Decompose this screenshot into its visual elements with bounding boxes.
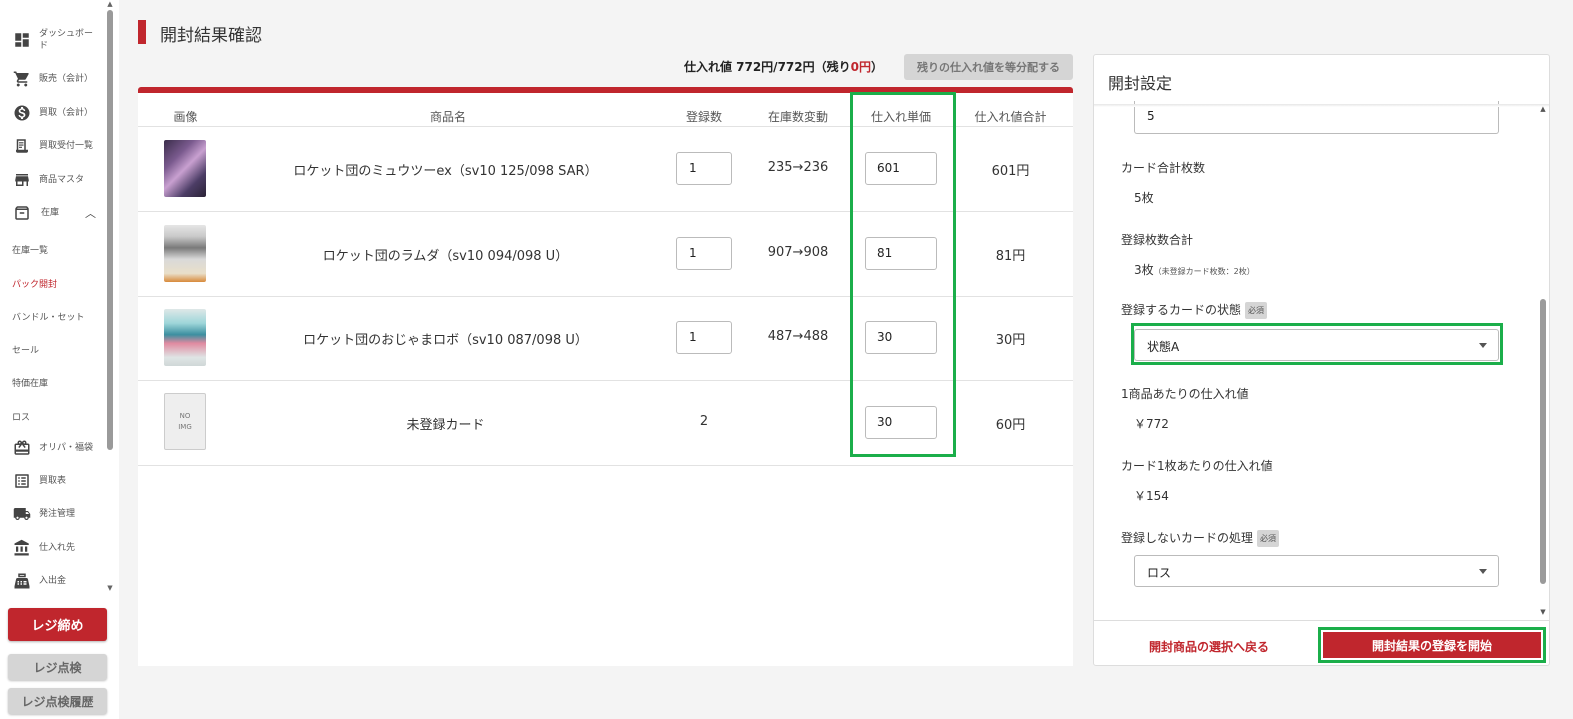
sidebar-item-sales[interactable]: 販売（会計）	[0, 70, 104, 88]
register-check-history-button[interactable]: レジ点検履歴	[8, 688, 107, 714]
sidebar-sub-bundle[interactable]: バンドル・セット	[12, 310, 84, 323]
truck-icon	[11, 505, 33, 523]
start-registration-highlight: 開封結果の登録を開始	[1318, 627, 1546, 663]
sidebar-item-purchase-list[interactable]: 買取受付一覧	[0, 137, 104, 155]
panel-title: 開封設定	[1108, 74, 1173, 93]
scroll-up-icon[interactable]: ▲	[1538, 105, 1548, 113]
bank-icon	[11, 539, 33, 557]
sidebar-nav: ダッシュボード 販売（会計） 買取（会計） 買取受付一覧 商品マスタ 在庫 ︿ …	[0, 0, 119, 598]
summary-remain: 0円	[850, 60, 871, 74]
receipt-icon	[11, 137, 33, 155]
register-icon	[11, 572, 33, 590]
stock-change: 907→908	[767, 245, 829, 260]
unregistered-handling-label: 登録しないカードの処理 必須	[1121, 529, 1280, 547]
card-total-value: 5枚	[1134, 191, 1154, 205]
scroll-down-icon[interactable]: ▼	[106, 584, 114, 592]
per-product-value: ￥772	[1134, 417, 1169, 431]
header-stock-change: 在庫数変動	[767, 110, 828, 124]
per-card-label: カード1枚あたりの仕入れ値	[1121, 459, 1273, 473]
row-total: 60円	[995, 418, 1026, 433]
count-input[interactable]: 1	[676, 152, 732, 185]
title-accent-bar	[138, 20, 146, 44]
per-card-value: ￥154	[1134, 489, 1169, 503]
register-check-button[interactable]: レジ点検	[8, 654, 107, 680]
header-total: 仕入れ値合計	[974, 110, 1047, 124]
summary-prefix: 仕入れ値 772円/772円（残り	[683, 60, 851, 74]
sidebar-item-product-master[interactable]: 商品マスタ	[0, 171, 104, 189]
count-value: 2	[699, 414, 709, 429]
row-total: 30円	[995, 333, 1026, 348]
stock-change: 235→236	[767, 160, 829, 175]
purchase-summary: 仕入れ値 772円/772円（残り0円）	[560, 58, 883, 75]
distribute-evenly-button[interactable]: 残りの仕入れ値を等分配する	[904, 54, 1073, 80]
sidebar-sub-loss[interactable]: ロス	[12, 410, 30, 423]
card-thumbnail	[164, 225, 206, 282]
sidebar-item-suppliers[interactable]: 仕入れ先	[0, 539, 104, 557]
required-badge: 必須	[1245, 302, 1268, 319]
store-icon	[11, 171, 33, 189]
scroll-down-icon[interactable]: ▼	[1538, 608, 1548, 616]
condition-label: 登録するカードの状態 必須	[1121, 301, 1268, 319]
product-name: ロケット団のミュウツーex（sv10 125/098 SAR）	[293, 164, 598, 179]
panel-header-divider	[1094, 104, 1549, 107]
sidebar-scrollbar[interactable]: ▲ ▼	[106, 0, 114, 598]
sidebar-item-price-list[interactable]: 買取表	[0, 472, 104, 490]
panel-scrollbar[interactable]: ▲ ▼	[1538, 105, 1548, 620]
summary-suffix: ）	[870, 60, 883, 74]
register-close-button[interactable]: レジ締め	[8, 608, 107, 641]
sidebar-sub-inventory-list[interactable]: 在庫一覧	[12, 243, 48, 256]
registered-total-label: 登録枚数合計	[1121, 233, 1194, 247]
open-settings-panel: 開封設定 5 カード合計枚数 5枚 登録枚数合計 3枚（未登録カード枚数：2枚）…	[1093, 54, 1550, 666]
condition-highlight	[1131, 323, 1503, 365]
page-title: 開封結果確認	[160, 26, 262, 46]
sidebar-item-inventory[interactable]: 在庫 ︿	[0, 204, 104, 222]
start-registration-button[interactable]: 開封結果の登録を開始	[1323, 632, 1541, 658]
registered-total-value: 3枚（未登録カード枚数：2枚）	[1134, 263, 1255, 277]
back-to-selection-button[interactable]: 開封商品の選択へ戻る	[1134, 631, 1284, 661]
gift-icon	[11, 439, 33, 457]
sidebar-scroll-thumb[interactable]	[107, 10, 113, 450]
no-image-placeholder: NO IMG	[164, 393, 206, 450]
header-product-name: 商品名	[429, 110, 466, 124]
product-name: 未登録カード	[406, 418, 485, 433]
card-thumbnail	[164, 140, 206, 197]
sidebar-sub-special-stock[interactable]: 特価在庫	[12, 376, 48, 389]
sidebar-sub-pack-open[interactable]: パック開封	[12, 277, 57, 290]
card-total-label: カード合計枚数	[1121, 161, 1206, 175]
unregistered-handling-select[interactable]: ロス	[1134, 555, 1499, 587]
product-name: ロケット団のラムダ（sv10 094/098 U）	[322, 249, 569, 264]
row-total: 601円	[991, 164, 1030, 179]
count-input[interactable]: 1	[676, 321, 732, 354]
per-product-label: 1商品あたりの仕入れ値	[1121, 387, 1249, 401]
sidebar-item-dashboard[interactable]: ダッシュボード	[0, 28, 104, 52]
count-input[interactable]: 1	[676, 237, 732, 270]
product-name: ロケット団のおじゃまロボ（sv10 087/098 U）	[303, 333, 588, 348]
panel-scroll-thumb[interactable]	[1540, 299, 1546, 584]
archive-icon	[11, 204, 33, 222]
panel-footer-divider	[1094, 620, 1549, 621]
header-image: 画像	[173, 110, 198, 124]
card-thumbnail	[164, 309, 206, 366]
list-icon	[11, 472, 33, 490]
sidebar-sub-sale[interactable]: セール	[12, 343, 39, 356]
stock-change: 487→488	[767, 329, 829, 344]
unregistered-count-note: （未登録カード枚数：2枚）	[1153, 267, 1255, 276]
header-count: 登録数	[685, 110, 722, 124]
scroll-up-icon[interactable]: ▲	[106, 0, 114, 8]
cart-icon	[11, 70, 33, 88]
sidebar-item-purchase[interactable]: 買取（会計）	[0, 104, 104, 122]
dollar-icon	[11, 104, 33, 122]
required-badge: 必須	[1257, 530, 1280, 547]
chevron-down-icon	[1479, 569, 1487, 574]
sidebar-item-orders[interactable]: 発注管理	[0, 505, 104, 523]
sidebar-item-oripa[interactable]: オリパ・福袋	[0, 439, 104, 457]
row-divider	[138, 465, 1073, 466]
unit-price-highlight	[850, 92, 956, 457]
chevron-up-icon[interactable]: ︿	[85, 205, 96, 221]
row-total: 81円	[995, 249, 1026, 264]
sidebar: ダッシュボード 販売（会計） 買取（会計） 買取受付一覧 商品マスタ 在庫 ︿ …	[0, 0, 119, 719]
dashboard-icon	[11, 31, 33, 49]
sidebar-item-cash[interactable]: 入出金	[0, 572, 104, 590]
